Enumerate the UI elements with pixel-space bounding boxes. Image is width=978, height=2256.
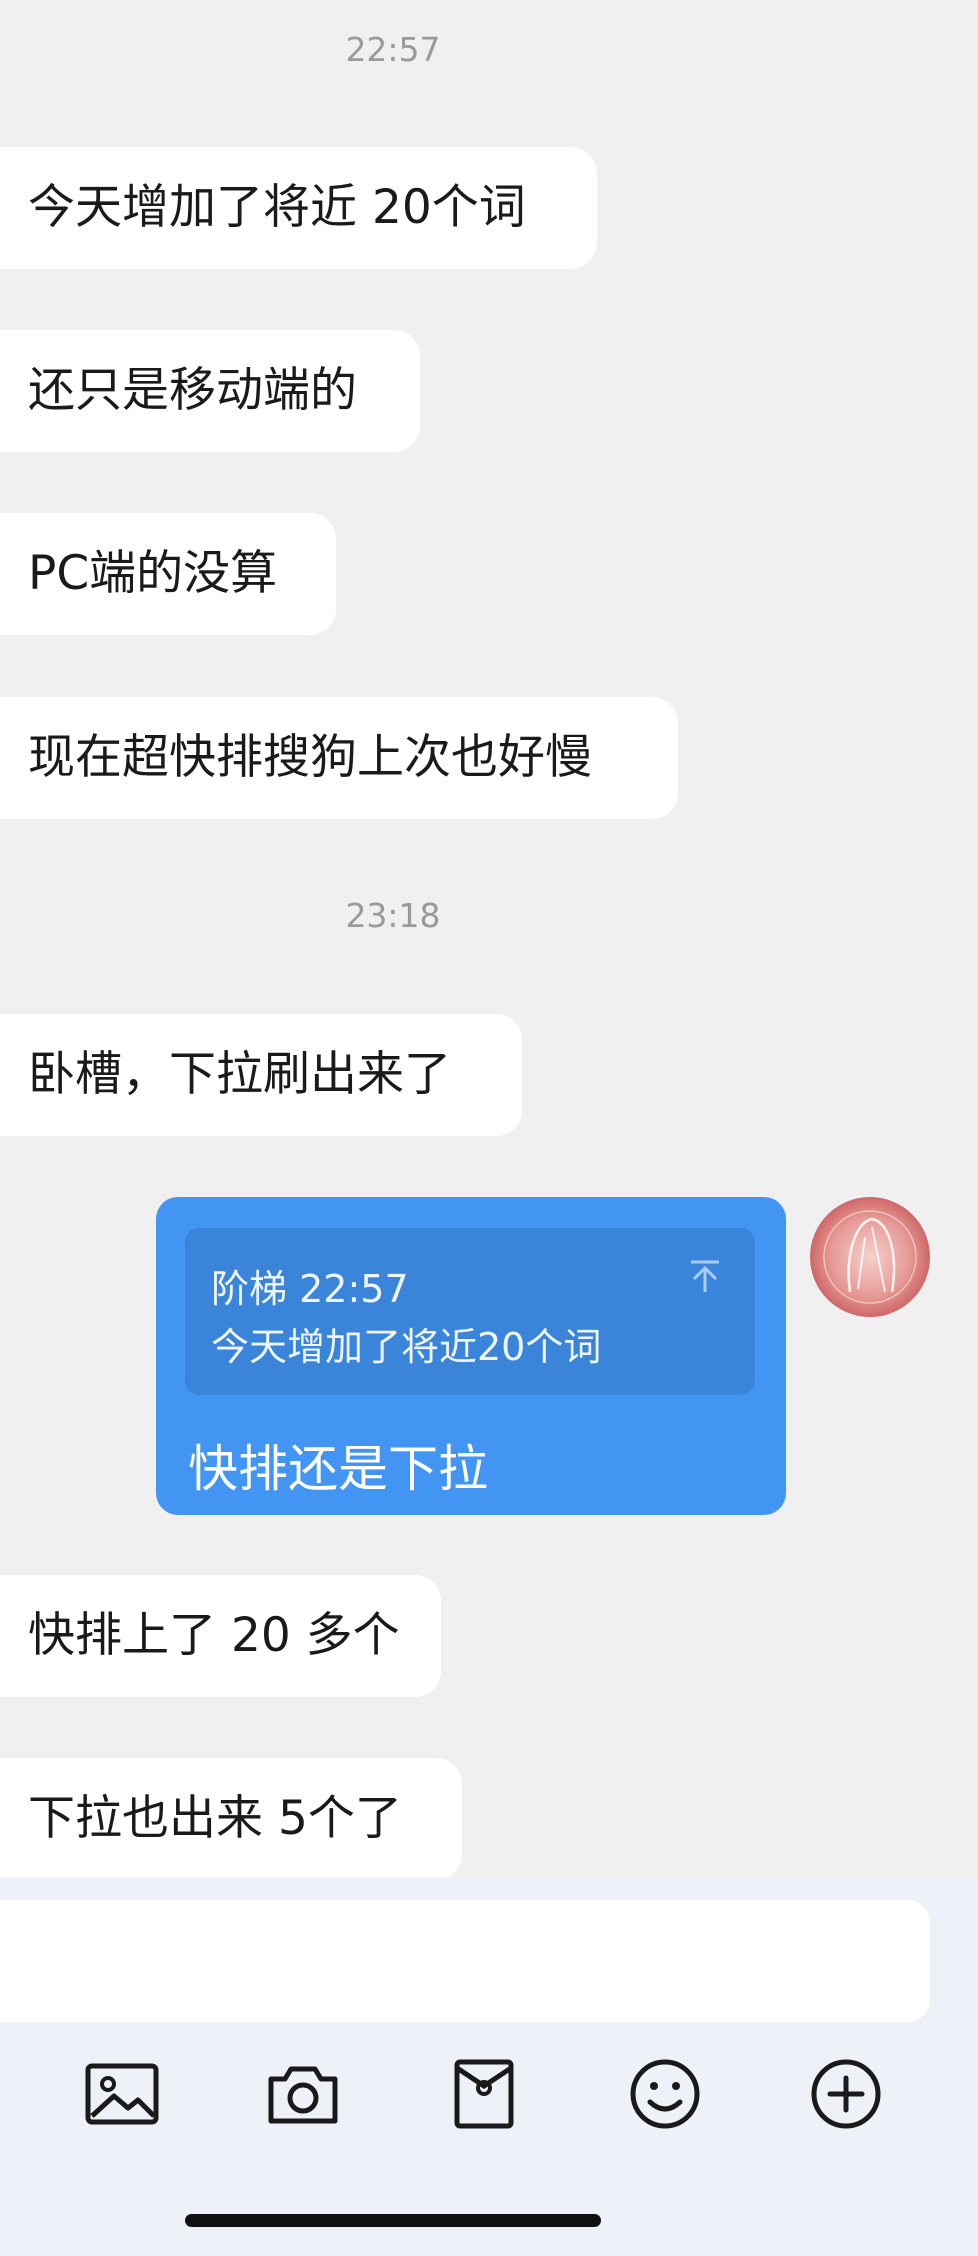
quote-header: 阶梯 22:57 xyxy=(211,1258,409,1313)
my-message-text: 快排还是下拉 xyxy=(188,1440,488,1498)
quote-time: 22:57 xyxy=(299,1267,409,1311)
quoted-message[interactable]: 阶梯 22:57 今天增加了将近20个词 xyxy=(185,1228,755,1395)
image-icon[interactable] xyxy=(82,2054,162,2134)
message-bubble[interactable]: PC端的没算 xyxy=(0,513,336,635)
avatar[interactable] xyxy=(810,1197,930,1317)
timestamp: 22:57 xyxy=(345,30,441,69)
my-message-bubble[interactable]: 阶梯 22:57 今天增加了将近20个词 快排还是下拉 xyxy=(156,1197,786,1515)
red-packet-icon[interactable] xyxy=(444,2054,524,2134)
plus-icon[interactable] xyxy=(806,2054,886,2134)
emoji-icon[interactable] xyxy=(625,2054,705,2134)
message-bubble[interactable]: 下拉也出来 5个了 xyxy=(0,1758,462,1880)
message-bubble[interactable]: 今天增加了将近 20个词 xyxy=(0,147,597,269)
message-input[interactable] xyxy=(0,1900,930,2022)
message-bubble[interactable]: 卧槽，下拉刷出来了 xyxy=(0,1014,522,1136)
jump-to-original-icon[interactable] xyxy=(685,1256,725,1296)
quote-sender: 阶梯 xyxy=(211,1267,288,1311)
camera-icon[interactable] xyxy=(263,2054,343,2134)
message-bubble[interactable]: 还只是移动端的 xyxy=(0,330,420,452)
quote-text: 今天增加了将近20个词 xyxy=(211,1325,602,1369)
message-bubble[interactable]: 现在超快排搜狗上次也好慢 xyxy=(0,697,678,819)
message-bubble[interactable]: 快排上了 20 多个 xyxy=(0,1575,441,1697)
home-indicator[interactable] xyxy=(185,2214,601,2227)
timestamp: 23:18 xyxy=(345,896,441,935)
